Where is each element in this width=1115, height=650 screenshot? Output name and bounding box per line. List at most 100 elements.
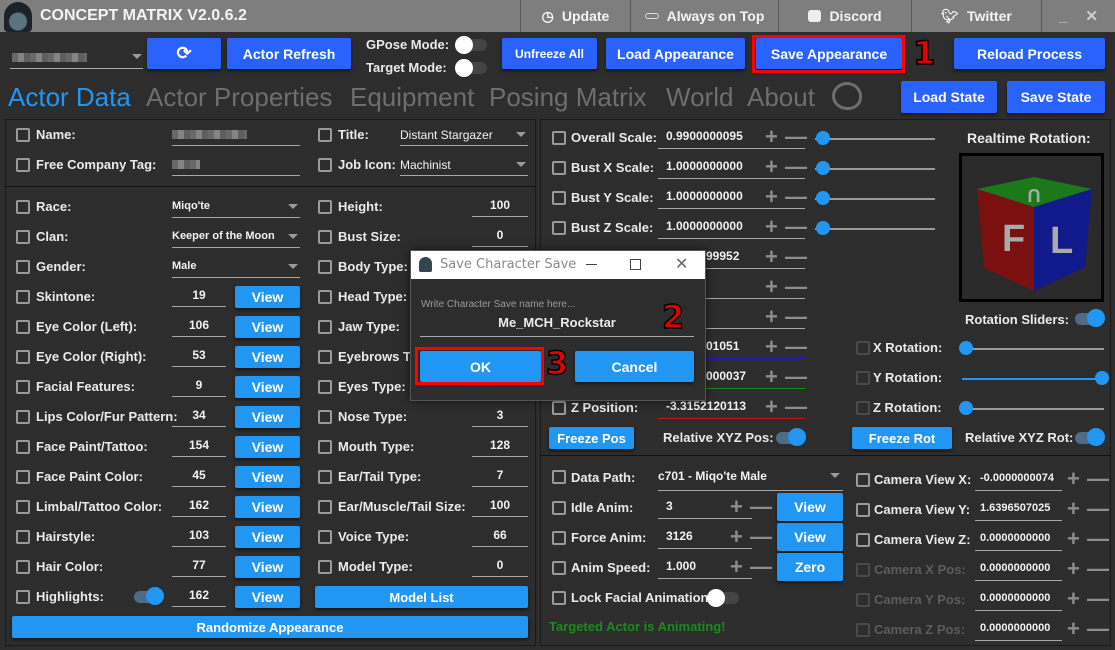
view-button[interactable]: View [235,316,300,338]
value-input[interactable]: 106 [172,317,226,337]
minus-button[interactable]: — [1087,618,1109,640]
minus-button[interactable]: — [785,366,807,388]
name-input[interactable] [172,127,300,146]
actor-select[interactable] [10,38,143,69]
cancel-button[interactable]: Cancel [575,351,694,382]
checkbox[interactable] [318,260,332,274]
camera-input[interactable]: -0.0000000074 [975,470,1062,491]
value-input[interactable]: 34 [172,407,226,427]
camera-input[interactable]: 0.0000000000 [975,530,1062,551]
view-button[interactable]: View [235,556,300,578]
minus-button[interactable]: — [750,526,772,548]
plus-button[interactable]: + [765,336,778,358]
minus-button[interactable]: — [785,156,807,178]
tab-actor-properties[interactable]: Actor Properties [146,82,332,113]
value-input[interactable]: 0 [472,227,528,247]
checkbox[interactable] [318,350,332,364]
freeze-rot-button[interactable]: Freeze Rot [852,427,952,449]
minus-button[interactable]: — [785,126,807,148]
rotation-cube-view[interactable]: U F L [959,153,1104,302]
value-input[interactable]: 162 [172,587,226,607]
checkbox[interactable] [16,380,30,394]
scale-slider-track[interactable] [815,198,935,200]
discord-button[interactable]: Discord [778,0,911,32]
data-path-checkbox[interactable] [552,470,566,484]
checkbox[interactable] [318,410,332,424]
checkbox[interactable] [16,350,30,364]
checkbox[interactable] [318,230,332,244]
plus-button[interactable]: + [1067,618,1080,640]
job-icon-select[interactable]: Machinist [400,157,528,176]
actor-refresh-button[interactable]: Actor Refresh [227,38,351,69]
minus-button[interactable]: — [785,246,807,268]
tab-equipment[interactable]: Equipment [350,82,474,113]
plus-button[interactable]: + [765,246,778,268]
field-select[interactable]: Male [172,258,300,278]
target-mode-toggle[interactable] [455,59,489,77]
freeze-pos-button[interactable]: Freeze Pos [549,427,634,449]
minus-button[interactable]: — [1087,558,1109,580]
load-appearance-button[interactable]: Load Appearance [606,38,745,69]
view-button[interactable]: View [235,286,300,308]
checkbox[interactable] [16,320,30,334]
minus-button[interactable]: — [785,276,807,298]
checkbox[interactable] [552,561,566,575]
rotation-slider-thumb[interactable] [1095,371,1109,385]
field-select[interactable]: Keeper of the Moon [172,228,300,248]
view-button[interactable]: View [235,526,300,548]
anim-zero-button[interactable]: Zero [777,553,843,581]
checkbox[interactable] [16,200,30,214]
plus-button[interactable]: + [730,556,743,578]
value-input[interactable]: 3 [472,407,528,427]
minus-button[interactable]: — [1087,498,1109,520]
job-icon-checkbox[interactable] [318,158,332,172]
minus-button[interactable]: — [785,186,807,208]
camera-input[interactable]: 1.6396507025 [975,500,1062,521]
minimize-button[interactable]: _ [1059,8,1067,25]
rotation-sliders-toggle[interactable] [1075,309,1107,329]
value-input[interactable]: 162 [172,497,226,517]
plus-button[interactable]: + [730,496,743,518]
fc-tag-input[interactable] [172,157,300,176]
view-button[interactable]: View [235,466,300,488]
fc-tag-checkbox[interactable] [16,158,30,172]
checkbox[interactable] [16,530,30,544]
title-checkbox[interactable] [318,128,332,142]
checkbox[interactable] [318,470,332,484]
always-on-top-button[interactable]: Always on Top [630,0,778,32]
anim-view-button[interactable]: View [777,493,843,521]
data-path-select[interactable]: c701 - Miqo'te Male [658,468,843,491]
value-input[interactable]: 53 [172,347,226,367]
value-input[interactable]: 1.0000000000 [658,188,805,209]
minus-button[interactable]: — [785,396,807,418]
plus-button[interactable]: + [765,186,778,208]
checkbox[interactable] [856,371,870,385]
refresh-actor-list-button[interactable]: ⟳ [147,38,221,69]
load-state-button[interactable]: Load State [901,81,997,113]
camera-input[interactable]: 0.0000000000 [975,590,1062,611]
checkbox[interactable] [552,161,566,175]
value-input[interactable]: 9 [172,377,226,397]
checkbox[interactable] [856,401,870,415]
checkbox[interactable] [552,401,566,415]
view-button[interactable]: View [235,346,300,368]
lock-facial-checkbox[interactable] [552,591,566,605]
scale-slider-thumb[interactable] [816,131,830,145]
value-input[interactable]: 77 [172,557,226,577]
checkbox[interactable] [318,560,332,574]
name-checkbox[interactable] [16,128,30,142]
checkbox[interactable] [552,531,566,545]
plus-button[interactable]: + [1067,498,1080,520]
camera-input[interactable]: 0.0000000000 [975,560,1062,581]
checkbox[interactable] [16,260,30,274]
scale-slider-thumb[interactable] [816,191,830,205]
minus-button[interactable]: — [750,556,772,578]
rotation-slider-track[interactable] [962,408,1104,410]
value-input[interactable]: 1.0000000000 [658,158,805,179]
minus-button[interactable]: — [785,216,807,238]
checkbox[interactable] [318,380,332,394]
plus-button[interactable]: + [730,526,743,548]
checkbox[interactable] [318,530,332,544]
plus-button[interactable]: + [1067,468,1080,490]
gpose-mode-toggle[interactable] [455,36,489,54]
